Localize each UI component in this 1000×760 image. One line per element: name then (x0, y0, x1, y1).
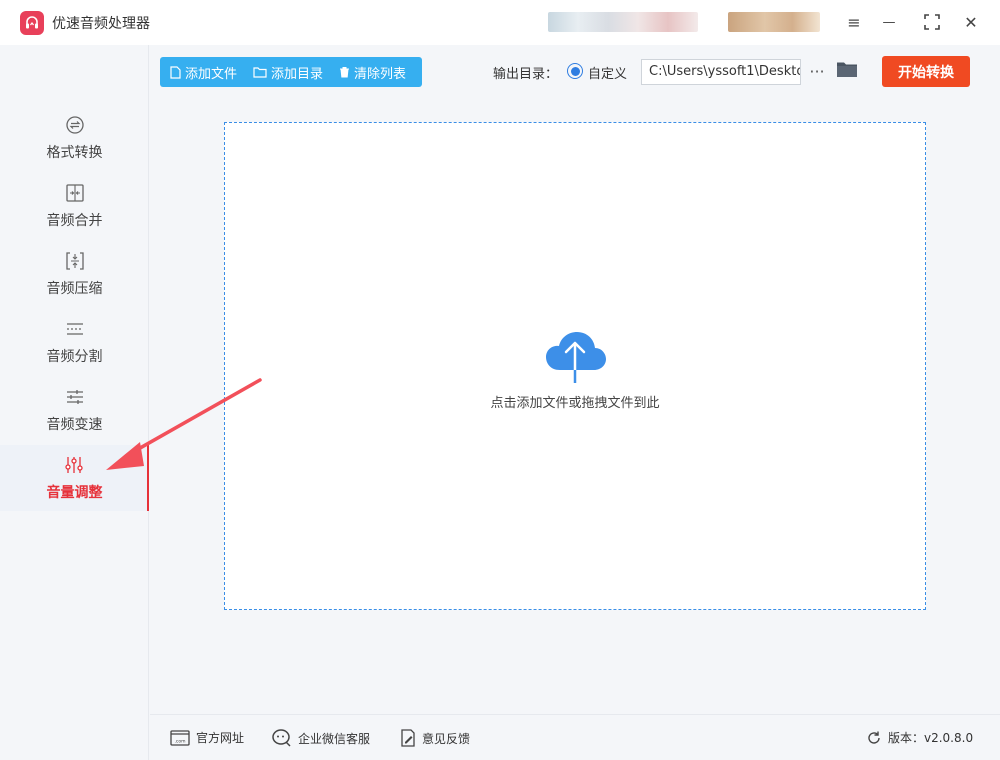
add-directory-label: 添加目录 (271, 66, 324, 82)
sidebar: 格式转换 音频合并 音频压缩 音频分割 音频变速 音量调整 (0, 45, 149, 760)
add-directory-button[interactable]: 添加目录 (253, 63, 323, 82)
maximize-icon (924, 14, 940, 30)
sidebar-item-label: 音频压缩 (46, 281, 103, 297)
sidebar-item-merge[interactable]: 音频合并 (0, 173, 149, 239)
feedback-icon (401, 729, 415, 747)
trash-icon (340, 67, 350, 78)
add-file-label: 添加文件 (185, 66, 238, 82)
close-button[interactable]: ✕ (960, 11, 982, 33)
cloud-upload-icon (546, 332, 606, 383)
sidebar-item-label: 音频分割 (46, 349, 103, 365)
file-toolbar: 添加文件 添加目录 清除列表 (160, 57, 422, 87)
sidebar-item-label: 格式转换 (46, 145, 103, 161)
sidebar-item-split[interactable]: 音频分割 (0, 309, 149, 375)
open-folder-button[interactable] (836, 60, 860, 82)
feedback-link[interactable]: 意见反馈 (400, 729, 470, 747)
feedback-label: 意见反馈 (422, 731, 471, 746)
more-options-button[interactable]: ··· (808, 60, 826, 82)
sidebar-item-label: 音频合并 (46, 213, 103, 229)
blurred-user-area (548, 12, 698, 32)
output-path-input[interactable]: C:\Users\yssoft1\Desktop (641, 59, 801, 85)
custom-radio[interactable] (567, 63, 583, 79)
folder-icon (837, 62, 857, 77)
add-file-button[interactable]: 添加文件 (170, 63, 237, 82)
maximize-button[interactable] (921, 11, 943, 33)
custom-radio-label[interactable]: 自定义 (588, 63, 627, 82)
volume-adjust-icon (64, 454, 86, 476)
app-logo-icon (20, 11, 44, 35)
footer: .com 官方网址 企业微信客服 意见反馈 版本：v2.0.8.0 (150, 714, 1000, 760)
refresh-icon[interactable] (866, 730, 882, 746)
active-indicator (147, 445, 149, 511)
official-website-link[interactable]: .com 官方网址 (170, 729, 244, 746)
blurred-account-area (728, 12, 820, 32)
minimize-button[interactable]: — (878, 11, 900, 33)
version-label: 版本：v2.0.8.0 (888, 731, 974, 745)
title-bar: 优速音频处理器 ≡ — ✕ (0, 0, 1000, 45)
website-icon: .com (170, 729, 190, 746)
sidebar-item-compress[interactable]: 音频压缩 (0, 241, 149, 307)
start-convert-button[interactable]: 开始转换 (882, 56, 970, 87)
split-icon (64, 318, 86, 340)
clear-list-label: 清除列表 (354, 66, 407, 82)
app-title: 优速音频处理器 (52, 16, 150, 32)
wechat-support-link[interactable]: 企业微信客服 (272, 729, 370, 747)
sidebar-item-speed[interactable]: 音频变速 (0, 377, 149, 443)
sidebar-item-volume-adjust[interactable]: 音量调整 (0, 445, 149, 511)
sidebar-item-label: 音量调整 (46, 485, 103, 501)
sidebar-item-format-convert[interactable]: 格式转换 (0, 105, 149, 171)
official-website-label: 官方网址 (196, 731, 245, 745)
wechat-icon (272, 729, 291, 747)
compress-icon (64, 250, 86, 272)
speed-icon (64, 386, 86, 408)
output-dir-label: 输出目录： (493, 67, 559, 82)
file-drop-zone[interactable]: 点击添加文件或拖拽文件到此 (224, 122, 926, 610)
format-convert-icon (64, 114, 86, 136)
merge-icon (64, 182, 86, 204)
version-info: 版本：v2.0.8.0 (866, 729, 973, 746)
drop-hint-text: 点击添加文件或拖拽文件到此 (490, 396, 660, 411)
menu-icon[interactable]: ≡ (843, 11, 865, 33)
file-icon (170, 65, 181, 79)
sidebar-item-label: 音频变速 (46, 417, 103, 433)
svg-text:.com: .com (174, 739, 185, 744)
folder-outline-icon (253, 67, 267, 78)
wechat-support-label: 企业微信客服 (298, 731, 371, 746)
clear-list-button[interactable]: 清除列表 (339, 63, 406, 82)
